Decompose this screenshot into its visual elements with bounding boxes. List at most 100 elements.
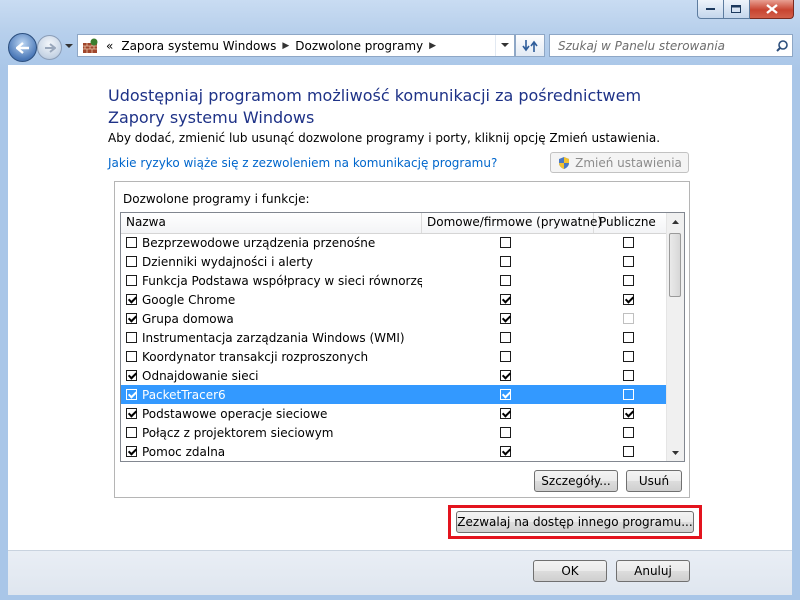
program-enabled-checkbox[interactable] [126, 256, 137, 267]
allowed-programs-list[interactable]: Nazwa Domowe/firmowe (prywatne) Publiczn… [120, 212, 685, 462]
program-name-cell: Podstawowe operacje sieciowe [121, 407, 422, 421]
program-enabled-checkbox[interactable] [126, 446, 137, 457]
program-name: Odnajdowanie sieci [142, 368, 259, 383]
private-network-checkbox[interactable] [499, 256, 511, 267]
program-enabled-checkbox[interactable] [126, 332, 137, 343]
back-arrow-icon [15, 41, 29, 54]
list-item[interactable]: Dzienniki wydajności i alerty [121, 252, 668, 271]
group-label: Dozwolone programy i funkcje: [123, 192, 310, 206]
public-network-checkbox[interactable] [622, 389, 634, 400]
scroll-up-button[interactable] [667, 213, 684, 230]
list-item[interactable]: Podstawowe operacje sieciowe [121, 404, 668, 423]
cancel-button[interactable]: Anuluj [616, 560, 690, 582]
program-enabled-checkbox[interactable] [126, 313, 137, 324]
program-name-cell: Pomoc zdalna [121, 445, 422, 459]
private-network-checkbox[interactable] [499, 389, 511, 400]
change-settings-button[interactable]: Zmień ustawienia [550, 152, 689, 173]
column-header-public[interactable]: Publiczne [594, 213, 668, 233]
recent-pages-dropdown[interactable] [63, 40, 75, 52]
minimize-button[interactable] [697, 0, 724, 19]
list-item[interactable]: Połącz z projektorem sieciowym [121, 423, 668, 442]
firewall-icon [83, 38, 98, 53]
program-enabled-checkbox[interactable] [126, 275, 137, 286]
private-network-checkbox[interactable] [499, 351, 511, 362]
program-enabled-checkbox[interactable] [126, 237, 137, 248]
column-header-private[interactable]: Domowe/firmowe (prywatne) [422, 213, 602, 233]
public-network-checkbox[interactable] [622, 446, 634, 457]
breadcrumb-firewall[interactable]: Zapora systemu Windows [121, 39, 276, 53]
content-pane: Udostępniaj programom możliwość komunika… [8, 65, 792, 550]
private-network-checkbox[interactable] [499, 427, 511, 438]
program-name-cell: Połącz z projektorem sieciowym [121, 426, 422, 440]
list-item[interactable]: Pomoc zdalna [121, 442, 668, 461]
program-enabled-checkbox[interactable] [126, 408, 137, 419]
details-button[interactable]: Szczegóły... [534, 470, 618, 492]
public-network-checkbox[interactable] [622, 313, 634, 324]
close-button[interactable] [750, 0, 794, 19]
remove-button[interactable]: Usuń [626, 470, 682, 492]
back-button[interactable] [8, 33, 37, 62]
program-name-cell: PacketTracer6 [121, 388, 422, 402]
list-item[interactable]: Funkcja Podstawa współpracy w sieci równ… [121, 271, 668, 290]
list-item[interactable]: Google Chrome [121, 290, 668, 309]
risk-help-link[interactable]: Jakie ryzyko wiąże się z zezwoleniem na … [108, 156, 497, 170]
public-network-checkbox[interactable] [622, 351, 634, 362]
public-network-checkbox[interactable] [622, 427, 634, 438]
list-header: Nazwa Domowe/firmowe (prywatne) Publiczn… [121, 213, 668, 234]
list-item[interactable]: Koordynator transakcji rozproszonych [121, 347, 668, 366]
public-network-checkbox[interactable] [622, 275, 634, 286]
chevron-down-icon [501, 43, 509, 47]
public-network-checkbox[interactable] [622, 237, 634, 248]
list-item[interactable]: Bezprzewodowe urządzenia przenośne [121, 233, 668, 252]
list-item[interactable]: Grupa domowa [121, 309, 668, 328]
program-enabled-checkbox[interactable] [126, 389, 137, 400]
allowed-programs-group: Dozwolone programy i funkcje: Nazwa Domo… [114, 181, 690, 498]
program-name-cell: Instrumentacja zarządzania Windows (WMI) [121, 331, 422, 345]
refresh-button[interactable] [515, 34, 545, 57]
address-dropdown[interactable] [495, 35, 514, 56]
ok-button[interactable]: OK [533, 560, 607, 582]
private-network-checkbox[interactable] [499, 408, 511, 419]
column-header-name[interactable]: Nazwa [121, 213, 422, 233]
public-network-checkbox[interactable] [622, 370, 634, 381]
breadcrumb-separator-icon[interactable]: ▶ [429, 41, 436, 51]
private-network-checkbox[interactable] [499, 332, 511, 343]
program-name: Grupa domowa [142, 311, 234, 326]
private-network-checkbox[interactable] [499, 237, 511, 248]
program-enabled-checkbox[interactable] [126, 294, 137, 305]
breadcrumb-allowed-programs[interactable]: Dozwolone programy [295, 39, 423, 53]
breadcrumb-overflow[interactable]: « [106, 39, 113, 53]
program-name: Podstawowe operacje sieciowe [142, 406, 328, 421]
highlight-box [448, 505, 702, 539]
search-box[interactable]: Szukaj w Panelu sterowania [549, 34, 793, 57]
scroll-thumb[interactable] [669, 233, 681, 297]
public-network-checkbox[interactable] [622, 408, 634, 419]
public-network-checkbox[interactable] [622, 256, 634, 267]
program-name-cell: Bezprzewodowe urządzenia przenośne [121, 236, 422, 250]
private-network-checkbox[interactable] [499, 370, 511, 381]
public-network-checkbox[interactable] [622, 332, 634, 343]
address-bar[interactable]: « Zapora systemu Windows ▶ Dozwolone pro… [77, 34, 515, 57]
public-network-checkbox[interactable] [622, 294, 634, 305]
list-item[interactable]: Instrumentacja zarządzania Windows (WMI) [121, 328, 668, 347]
chevron-down-icon [672, 450, 679, 455]
search-icon[interactable] [772, 39, 792, 52]
program-enabled-checkbox[interactable] [126, 427, 137, 438]
uac-shield-icon [559, 156, 570, 169]
forward-button[interactable] [37, 35, 62, 60]
private-network-checkbox[interactable] [499, 294, 511, 305]
program-enabled-checkbox[interactable] [126, 370, 137, 381]
scroll-down-button[interactable] [667, 444, 684, 461]
search-input[interactable]: Szukaj w Panelu sterowania [558, 39, 772, 53]
program-enabled-checkbox[interactable] [126, 351, 137, 362]
breadcrumb-separator-icon[interactable]: ▶ [282, 41, 289, 51]
maximize-button[interactable] [724, 0, 750, 19]
list-item[interactable]: PacketTracer6 [121, 385, 668, 404]
program-name-cell: Koordynator transakcji rozproszonych [121, 350, 422, 364]
vertical-scrollbar[interactable] [666, 213, 684, 461]
private-network-checkbox[interactable] [499, 313, 511, 324]
list-item[interactable]: Odnajdowanie sieci [121, 366, 668, 385]
program-name: Połącz z projektorem sieciowym [142, 425, 334, 440]
private-network-checkbox[interactable] [499, 446, 511, 457]
private-network-checkbox[interactable] [499, 275, 511, 286]
